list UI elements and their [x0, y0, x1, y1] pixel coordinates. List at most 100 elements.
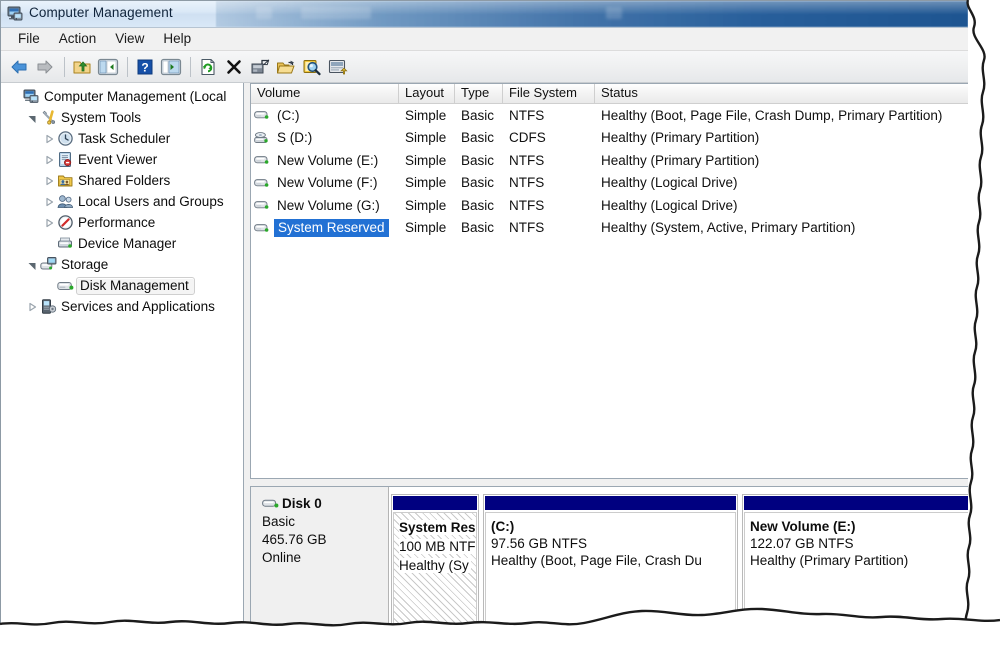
tree-item-label: Disk Management	[76, 276, 195, 295]
partition-header-bar	[744, 496, 968, 510]
volume-list-body[interactable]: (C:) Simple Basic NTFS Healthy (Boot, Page F…	[251, 104, 968, 239]
partition-block[interactable]: (C:) 97.56 GB NTFS Healthy (Boot, Page Fil…	[483, 494, 738, 628]
up-folder-icon[interactable]	[70, 55, 94, 79]
table-row[interactable]: (C:) Simple Basic NTFS Healthy (Boot, Page F…	[251, 104, 968, 127]
sidebar-item-shared-folders[interactable]: Shared Folders	[1, 170, 243, 191]
column-header-file-system[interactable]: File System	[503, 84, 595, 103]
disk-state: Online	[262, 550, 302, 565]
partition-name: (C:)	[491, 519, 515, 534]
forward-arrow-icon[interactable]	[33, 55, 57, 79]
cell-type: Basic	[461, 107, 495, 123]
partition-name: New Volume (E:)	[750, 519, 856, 534]
show-hide-action-pane-icon[interactable]	[159, 55, 183, 79]
table-row[interactable]: New Volume (E:) Simple Basic NTFS Healthy (P…	[251, 149, 968, 172]
menu-help[interactable]: Help	[154, 29, 201, 49]
window-titlebar[interactable]: Computer Management	[1, 1, 968, 28]
tree-item-label: Services and Applications	[61, 299, 215, 314]
toolbar-separator	[64, 56, 65, 77]
search-icon[interactable]	[300, 55, 324, 79]
partition-green-sliver[interactable]	[974, 514, 996, 648]
help-icon[interactable]: ?	[133, 55, 157, 79]
delete-icon[interactable]	[222, 55, 246, 79]
column-header-volume[interactable]: Volume	[251, 84, 399, 103]
clock-icon	[57, 130, 74, 147]
column-header-status[interactable]: Status	[595, 84, 968, 103]
disk-title-row: Disk 0	[262, 496, 388, 511]
sidebar-item-disk-management[interactable]: Disk Management	[1, 275, 243, 296]
chevron-down-icon[interactable]	[24, 110, 40, 126]
partition-size-filesystem: 100 MB NTF	[399, 539, 476, 554]
chevron-right-icon[interactable]	[41, 215, 57, 231]
tree-item-label: Shared Folders	[78, 173, 171, 188]
table-row[interactable]: S (D:) Simple Basic CDFS Healthy (Primary Pa…	[251, 127, 968, 150]
table-row[interactable]: New Volume (G:) Simple Basic NTFS Healthy (L…	[251, 194, 968, 217]
performance-icon	[57, 214, 74, 231]
cell-volume[interactable]: New Volume (F:)	[251, 175, 399, 191]
volume-list[interactable]: Volume Layout Type File System Status (C:) Si…	[250, 83, 968, 479]
details-pane: Volume Layout Type File System Status (C:) Si…	[244, 83, 968, 640]
titlebar-ghost-artifact	[606, 7, 622, 19]
table-row[interactable]: System Reserved Simple Basic NTFS Healthy (S…	[251, 217, 968, 240]
hard-disk-volume-icon	[254, 197, 272, 213]
sidebar-item-system-tools[interactable]: System Tools	[1, 107, 243, 128]
hard-disk-volume-icon	[254, 175, 272, 191]
screenshot-root: Computer Management File Action View Hel…	[0, 0, 1000, 648]
sidebar-item-performance[interactable]: Performance	[1, 212, 243, 233]
sidebar-item-task-scheduler[interactable]: Task Scheduler	[1, 128, 243, 149]
partition-size-filesystem: 122.07 GB NTFS	[750, 536, 854, 551]
rescan-disks-icon[interactable]	[326, 55, 350, 79]
sidebar-item-computer-management-local[interactable]: Computer Management (Local	[1, 86, 243, 107]
cell-volume[interactable]: System Reserved	[251, 218, 399, 237]
cell-volume[interactable]: New Volume (E:)	[251, 152, 399, 168]
column-header-type[interactable]: Type	[455, 84, 503, 103]
properties-icon[interactable]	[248, 55, 272, 79]
sidebar-item-local-users-and-groups[interactable]: Local Users and Groups	[1, 191, 243, 212]
computer-management-icon	[7, 5, 24, 22]
volume-name: New Volume (G:)	[277, 197, 380, 213]
disk-info-panel[interactable]: Disk 0 Basic 465.76 GB Online	[251, 487, 389, 635]
tree-item-label: Performance	[78, 215, 156, 230]
column-header-layout[interactable]: Layout	[399, 84, 455, 103]
partition-block[interactable]: New Volume (E:) 122.07 GB NTFS Healthy (Pr…	[742, 494, 968, 628]
chevron-down-icon[interactable]	[24, 257, 40, 273]
menu-action[interactable]: Action	[50, 29, 107, 49]
tree-twisty-none	[41, 236, 57, 252]
device-manager-icon	[57, 235, 74, 252]
cell-status: Healthy (Primary Partition)	[601, 130, 760, 146]
chevron-right-icon[interactable]	[41, 131, 57, 147]
tree-item-label: System Tools	[61, 110, 142, 125]
refresh-icon[interactable]	[196, 55, 220, 79]
sidebar-item-services-and-applications[interactable]: Services and Applications	[1, 296, 243, 317]
menu-file[interactable]: File	[9, 29, 50, 49]
cell-layout: Simple	[405, 197, 447, 213]
titlebar-ghost-artifact	[256, 7, 272, 19]
chevron-right-icon[interactable]	[41, 152, 57, 168]
volume-list-header[interactable]: Volume Layout Type File System Status	[251, 84, 968, 104]
cell-volume[interactable]: (C:)	[251, 107, 399, 123]
table-row[interactable]: New Volume (F:) Simple Basic NTFS Healthy (L…	[251, 172, 968, 195]
tree-item-label: Device Manager	[78, 236, 177, 251]
disk-graphical-view[interactable]: Disk 0 Basic 465.76 GB Online System Res…	[250, 486, 968, 636]
console-tree[interactable]: Computer Management (Local System Tools Ta…	[1, 83, 244, 640]
tree-item-label: Task Scheduler	[78, 131, 171, 146]
toolbar-separator	[190, 56, 191, 77]
sidebar-item-device-manager[interactable]: Device Manager	[1, 233, 243, 254]
sidebar-item-storage[interactable]: Storage	[1, 254, 243, 275]
cell-layout: Simple	[405, 220, 447, 236]
back-arrow-icon[interactable]	[7, 55, 31, 79]
chevron-right-icon[interactable]	[24, 299, 40, 315]
cell-volume[interactable]: S (D:)	[251, 130, 399, 146]
chevron-right-icon[interactable]	[41, 194, 57, 210]
partition-body: (C:) 97.56 GB NTFS Healthy (Boot, Page Fil…	[485, 512, 736, 626]
chevron-right-icon[interactable]	[41, 173, 57, 189]
toolbar-separator	[127, 56, 128, 77]
menu-view[interactable]: View	[106, 29, 154, 49]
show-hide-console-tree-icon[interactable]	[96, 55, 120, 79]
sidebar-item-event-viewer[interactable]: Event Viewer	[1, 149, 243, 170]
shared-folders-icon	[57, 172, 74, 189]
partition-block[interactable]: System Res 100 MB NTF Healthy (Sy	[391, 494, 479, 628]
cell-type: Basic	[461, 175, 495, 191]
open-folder-icon[interactable]	[274, 55, 298, 79]
cell-volume[interactable]: New Volume (G:)	[251, 197, 399, 213]
tree-twisty-none	[41, 278, 57, 294]
